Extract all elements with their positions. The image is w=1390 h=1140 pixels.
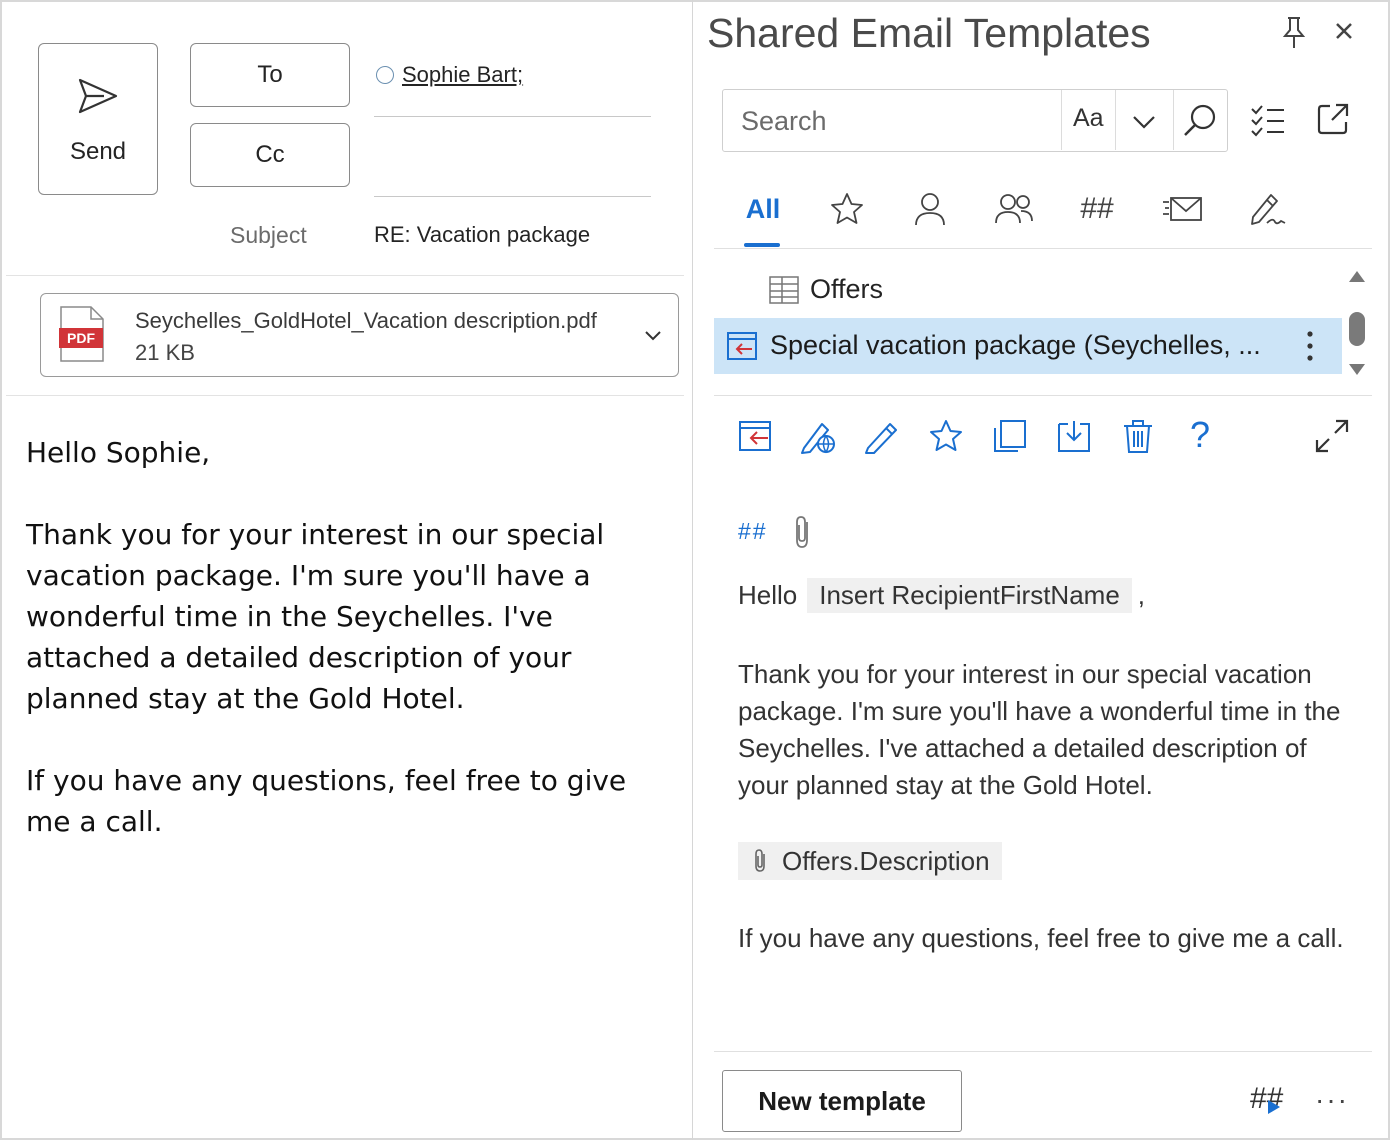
edit-online-icon[interactable] — [800, 418, 836, 454]
tab-favorites[interactable] — [827, 185, 867, 233]
tab-macros-label: ## — [1080, 192, 1114, 225]
message-body[interactable]: Hello Sophie, Thank you for your interes… — [26, 432, 646, 883]
body-greeting: Hello Sophie, — [26, 436, 211, 469]
run-macro-button[interactable]: ## — [1250, 1082, 1283, 1116]
macro-hash-indicator: ## — [738, 518, 768, 544]
tab-my-templates[interactable] — [910, 185, 950, 233]
trash-icon[interactable] — [1120, 418, 1156, 454]
preview-comma: , — [1137, 580, 1146, 610]
attachment-card[interactable]: PDF Seychelles_GoldHotel_Vacation descri… — [40, 293, 679, 377]
template-item-selected[interactable]: Special vacation package (Seychelles, ..… — [714, 318, 1342, 374]
attachment-size: 21 KB — [135, 340, 195, 365]
scroll-up-icon[interactable] — [1347, 268, 1367, 284]
person-icon — [915, 193, 945, 226]
recipient-chip[interactable]: Sophie Bart; — [376, 62, 523, 88]
folder-label: Offers — [810, 274, 884, 304]
scroll-down-icon[interactable] — [1347, 362, 1367, 378]
more-vertical-icon[interactable] — [1304, 330, 1316, 362]
expand-icon[interactable] — [1314, 418, 1350, 454]
search-divider — [1061, 90, 1062, 150]
search-input[interactable] — [741, 102, 1061, 140]
tab-macros[interactable]: ## — [1076, 185, 1118, 233]
help-button[interactable]: ? — [1190, 414, 1210, 456]
scrollbar-thumb[interactable] — [1349, 312, 1365, 346]
divider — [6, 275, 684, 276]
preview-hello: Hello — [738, 580, 798, 610]
attachment-name: Seychelles_GoldHotel_Vacation descriptio… — [135, 308, 597, 333]
divider — [714, 248, 1372, 249]
tab-shared[interactable] — [993, 185, 1035, 233]
attachment-macro-chip[interactable]: Offers.Description — [738, 842, 1002, 880]
pencil-icon[interactable] — [864, 418, 900, 454]
divider — [714, 1051, 1372, 1052]
pdf-badge: PDF — [67, 330, 95, 346]
search-divider — [1115, 90, 1116, 150]
tab-all-label: All — [745, 193, 781, 224]
move-to-folder-icon[interactable] — [1056, 418, 1092, 454]
folder-offers[interactable]: Offers — [768, 274, 883, 305]
star-icon — [831, 193, 863, 224]
copy-icon[interactable] — [992, 418, 1028, 454]
body-closing: If you have any questions, feel free to … — [26, 764, 627, 838]
subject-label: Subject — [230, 222, 307, 248]
divider — [6, 395, 684, 396]
paperclip-icon — [796, 516, 808, 548]
pdf-file-icon: PDF — [59, 306, 104, 362]
preview-greeting: Hello Insert RecipientFirstName , — [738, 578, 1145, 613]
cc-label: Cc — [255, 141, 285, 168]
preview-body: Thank you for your interest in our speci… — [738, 659, 1341, 800]
preview-closing: If you have any questions, feel free to … — [738, 923, 1344, 953]
template-item-label: Special vacation package (Seychelles, ..… — [770, 330, 1261, 360]
open-external-icon[interactable] — [1316, 102, 1350, 136]
send-icon — [78, 78, 118, 114]
to-button[interactable]: To — [190, 43, 350, 107]
active-tab-indicator — [744, 243, 780, 247]
pin-icon[interactable] — [1280, 16, 1308, 50]
to-label: To — [257, 61, 283, 88]
star-icon[interactable] — [928, 418, 964, 454]
checklist-icon[interactable] — [1250, 102, 1286, 138]
tab-signatures[interactable] — [1246, 185, 1288, 233]
macro-chip[interactable]: Insert RecipientFirstName — [807, 578, 1132, 613]
cc-field-underline[interactable] — [374, 196, 651, 197]
to-field-underline — [374, 116, 651, 117]
cc-button[interactable]: Cc — [190, 123, 350, 187]
play-icon — [1268, 1100, 1280, 1114]
search-box: Aa — [722, 89, 1228, 152]
body-paragraph: Thank you for your interest in our speci… — [26, 518, 605, 715]
pen-signature-icon — [1251, 194, 1286, 225]
send-label: Send — [69, 138, 127, 165]
paperclip-icon — [755, 849, 765, 872]
people-icon — [995, 194, 1033, 224]
more-options-button[interactable]: ··· — [1315, 1084, 1349, 1116]
tab-mail-merge[interactable] — [1160, 185, 1204, 233]
match-case-button[interactable]: Aa — [1073, 104, 1104, 133]
subject-field[interactable]: RE: Vacation package — [374, 222, 590, 248]
send-button[interactable]: Send — [38, 43, 158, 195]
divider — [714, 395, 1372, 396]
close-icon[interactable] — [1333, 20, 1355, 42]
folder-table-icon — [769, 275, 799, 304]
pane-title: Shared Email Templates — [707, 10, 1151, 56]
chevron-down-icon[interactable] — [1131, 110, 1157, 132]
tab-all[interactable]: All — [745, 185, 781, 233]
chevron-down-icon[interactable] — [642, 324, 664, 346]
presence-icon — [376, 66, 394, 84]
attachment-macro-label: Offers.Description — [782, 845, 990, 876]
insert-template-icon[interactable] — [738, 418, 774, 454]
search-divider — [1173, 90, 1174, 150]
mail-icon — [1163, 197, 1202, 221]
new-template-button[interactable]: New template — [722, 1070, 962, 1132]
recipient-name: Sophie Bart; — [402, 62, 524, 87]
insert-template-icon — [727, 332, 757, 360]
compose-pane: Send To Cc Sophie Bart; Subject RE: Vaca… — [0, 0, 693, 1140]
search-icon[interactable] — [1181, 102, 1219, 140]
